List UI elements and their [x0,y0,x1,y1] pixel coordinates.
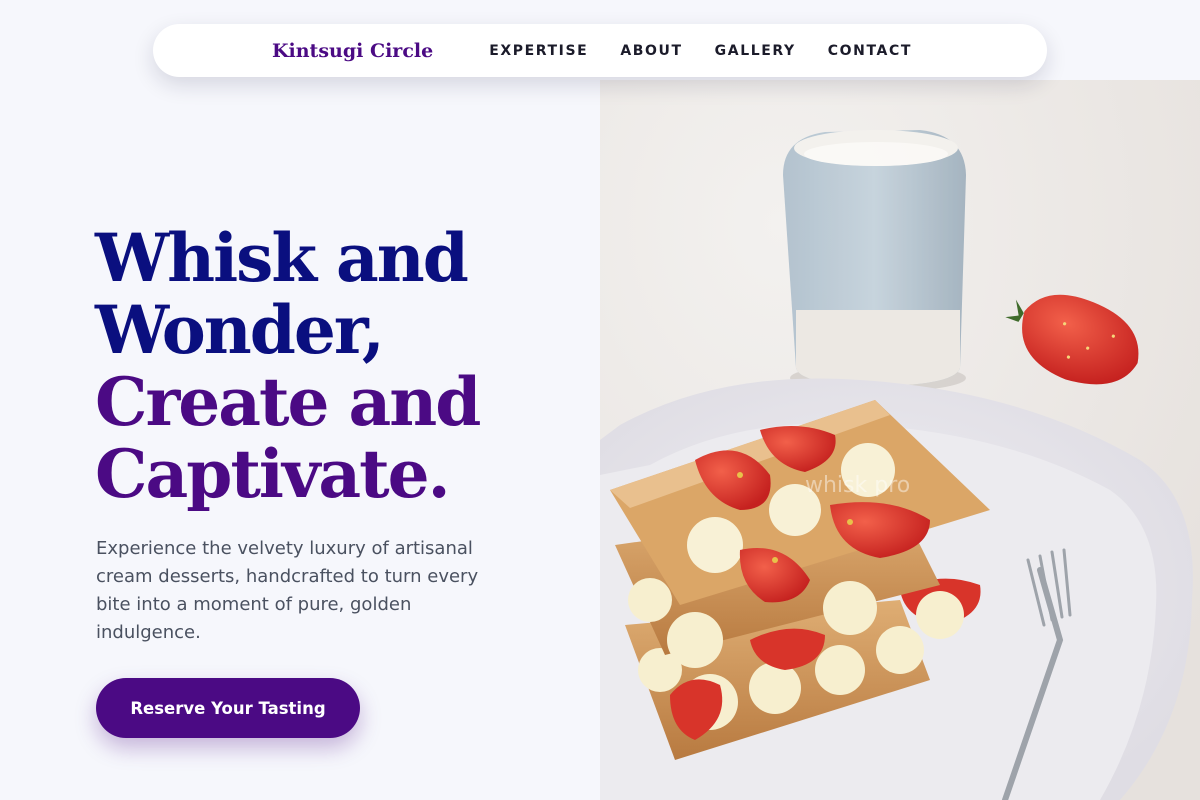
watermark-text: whisk pro [805,473,910,498]
headline-line-1: Whisk and Wonder, [95,219,469,369]
hero-headline: Whisk and Wonder, Create and Captivate. [95,222,565,510]
nav-link-expertise[interactable]: EXPERTISE [489,43,588,59]
nav-link-about[interactable]: ABOUT [620,43,682,59]
headline-line-2: Create and Captivate. [95,363,481,513]
brand-logo[interactable]: Kintsugi Circle [272,40,433,62]
nav-link-contact[interactable]: CONTACT [828,43,912,59]
hero-image: whisk pro [600,80,1200,800]
milk-jug [783,130,966,392]
hero-subtext: Experience the velvety luxury of artisan… [96,538,479,643]
nav-link-gallery[interactable]: GALLERY [715,43,796,59]
dessert-photo: whisk pro [600,80,1200,800]
top-navigation: Kintsugi Circle EXPERTISE ABOUT GALLERY … [153,24,1047,77]
reserve-tasting-button[interactable]: Reserve Your Tasting [96,678,360,738]
